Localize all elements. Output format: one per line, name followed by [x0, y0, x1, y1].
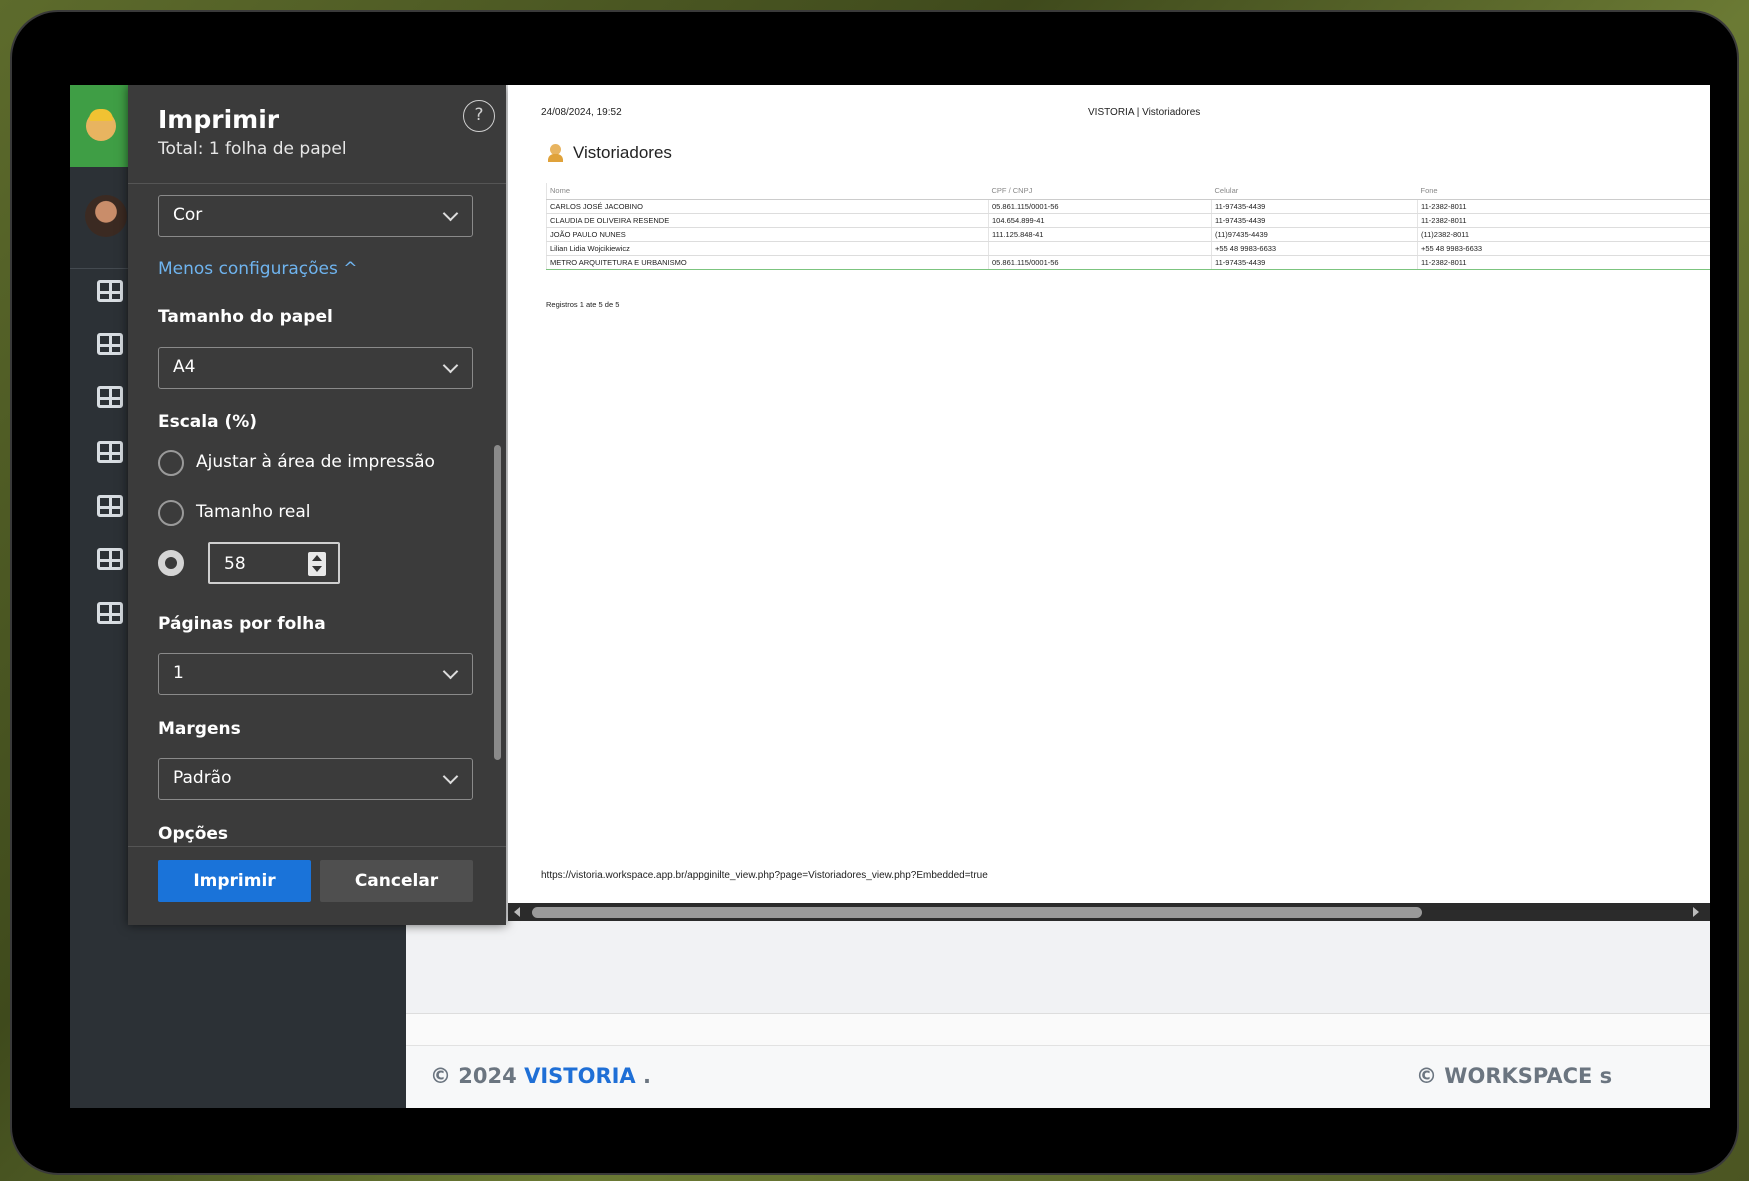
table-icon[interactable]	[97, 280, 123, 302]
table-icon[interactable]	[97, 441, 123, 463]
chevron-down-icon	[442, 357, 459, 374]
scale-actual-radio[interactable]	[158, 500, 184, 526]
table-icon[interactable]	[97, 602, 123, 624]
paper-size-label: Tamanho do papel	[158, 307, 333, 327]
paper-size-select[interactable]: A4	[158, 347, 473, 389]
cancel-button[interactable]: Cancelar	[320, 860, 473, 902]
stepper-icon[interactable]	[308, 552, 326, 576]
chevron-down-icon	[442, 205, 459, 222]
inspector-icon	[548, 143, 568, 163]
table-icon[interactable]	[97, 548, 123, 570]
scroll-left-icon[interactable]	[514, 907, 520, 917]
chevron-down-icon	[442, 663, 459, 680]
cell: CARLOS JOSÉ JACOBINO	[546, 199, 989, 214]
user-avatar[interactable]	[85, 195, 127, 237]
cell	[988, 241, 1212, 256]
cell: 11-97435-4439	[1211, 213, 1418, 228]
scale-input[interactable]: 58	[208, 542, 340, 584]
print-button[interactable]: Imprimir	[158, 860, 311, 902]
scale-fit-label[interactable]: Ajustar à área de impressão	[196, 452, 435, 472]
cell: 111.125.848-41	[988, 227, 1212, 242]
footer-workspace: © WORKSPACE s	[1416, 1064, 1613, 1088]
table-icon[interactable]	[97, 333, 123, 355]
app-logo[interactable]	[70, 85, 132, 167]
cell: JOÃO PAULO NUNES	[546, 227, 989, 242]
pages-per-sheet-select[interactable]: 1	[158, 653, 473, 695]
background-table-row	[406, 1013, 1710, 1045]
pages-per-sheet-value: 1	[173, 663, 184, 683]
pages-per-sheet-label: Páginas por folha	[158, 614, 326, 634]
table-icon[interactable]	[97, 386, 123, 408]
cell: 104.654.899-41	[988, 213, 1212, 228]
inspector-icon	[86, 109, 116, 141]
table-row: Lilian Lidia Wojcikiewicz +55 48 9983-66…	[546, 241, 1710, 256]
footer-brand-link[interactable]: VISTORIA	[524, 1064, 636, 1088]
preview-table: Nome CPF / CNPJ Celular Fone CARLOS JOSÉ…	[546, 183, 1710, 270]
scale-value: 58	[224, 554, 246, 574]
cell: Lilian Lidia Wojcikiewicz	[546, 241, 989, 256]
cell: 11-97435-4439	[1211, 255, 1418, 270]
scroll-right-icon[interactable]	[1693, 907, 1699, 917]
cell: (11)97435-4439	[1211, 227, 1418, 242]
help-icon[interactable]: ?	[463, 100, 495, 132]
scrollbar-thumb[interactable]	[532, 907, 1422, 918]
preview-title: Vistoriadores	[548, 143, 672, 163]
print-settings-panel: Imprimir Total: 1 folha de papel ? Cor M…	[128, 85, 506, 925]
table-row: CLAUDIA DE OLIVEIRA RESENDE 104.654.899-…	[546, 213, 1710, 228]
cell: 11-2382-8011	[1417, 213, 1710, 228]
margins-label: Margens	[158, 719, 241, 739]
column-header: Nome	[546, 183, 989, 200]
options-label: Opções	[158, 824, 229, 844]
table-row: CARLOS JOSÉ JACOBINO 05.861.115/0001-56 …	[546, 199, 1710, 214]
preview-url: https://vistoria.workspace.app.br/appgin…	[541, 870, 988, 881]
table-row: METRO ARQUITETURA E URBANISMO 05.861.115…	[546, 255, 1710, 270]
chevron-down-icon	[442, 768, 459, 785]
print-preview: 24/08/2024, 19:52 VISTORIA | Vistoriador…	[508, 85, 1710, 903]
scale-custom-radio[interactable]	[158, 550, 184, 576]
cell: 05.861.115/0001-56	[988, 255, 1212, 270]
device-frame: © 2024 VISTORIA . © WORKSPACE s Imprimir…	[10, 10, 1739, 1175]
column-header: Celular	[1211, 183, 1418, 200]
cell: +55 48 9983-6633	[1211, 241, 1418, 256]
header-divider	[128, 183, 506, 184]
footer-divider	[128, 846, 506, 847]
footer-copyright: © 2024 VISTORIA .	[430, 1064, 651, 1088]
preview-title-text: Vistoriadores	[573, 143, 672, 162]
cell: METRO ARQUITETURA E URBANISMO	[546, 255, 989, 270]
scale-label: Escala (%)	[158, 412, 258, 432]
print-title: Imprimir	[158, 105, 280, 134]
sheet-total: Total: 1 folha de papel	[158, 139, 347, 159]
panel-scrollbar[interactable]	[494, 445, 501, 760]
cell: 11-2382-8011	[1417, 255, 1710, 270]
cell: +55 48 9983-6633	[1417, 241, 1710, 256]
scale-actual-label[interactable]: Tamanho real	[196, 502, 311, 522]
cell: CLAUDIA DE OLIVEIRA RESENDE	[546, 213, 989, 228]
sidebar-divider	[70, 268, 132, 269]
color-select-value: Cor	[173, 205, 203, 225]
preview-scrollbar[interactable]	[508, 903, 1710, 921]
cell: 05.861.115/0001-56	[988, 199, 1212, 214]
table-row: JOÃO PAULO NUNES 111.125.848-41 (11)9743…	[546, 227, 1710, 242]
margins-select[interactable]: Padrão	[158, 758, 473, 800]
column-header: Fone	[1417, 183, 1710, 200]
preview-date: 24/08/2024, 19:52	[541, 107, 622, 118]
paper-size-value: A4	[173, 357, 196, 377]
records-count: Registros 1 ate 5 de 5	[546, 300, 620, 309]
table-header-row: Nome CPF / CNPJ Celular Fone	[546, 183, 1710, 200]
color-select[interactable]: Cor	[158, 195, 473, 237]
less-settings-link[interactable]: Menos configurações ^	[158, 259, 357, 279]
cell: (11)2382-8011	[1417, 227, 1710, 242]
margins-value: Padrão	[173, 768, 232, 788]
scale-fit-radio[interactable]	[158, 450, 184, 476]
table-icon[interactable]	[97, 495, 123, 517]
page-footer: © 2024 VISTORIA . © WORKSPACE s	[406, 1045, 1710, 1108]
cell: 11-97435-4439	[1211, 199, 1418, 214]
cell: 11-2382-8011	[1417, 199, 1710, 214]
column-header: CPF / CNPJ	[988, 183, 1212, 200]
preview-header: VISTORIA | Vistoriadores	[1088, 107, 1201, 118]
screen: © 2024 VISTORIA . © WORKSPACE s Imprimir…	[70, 85, 1710, 1108]
